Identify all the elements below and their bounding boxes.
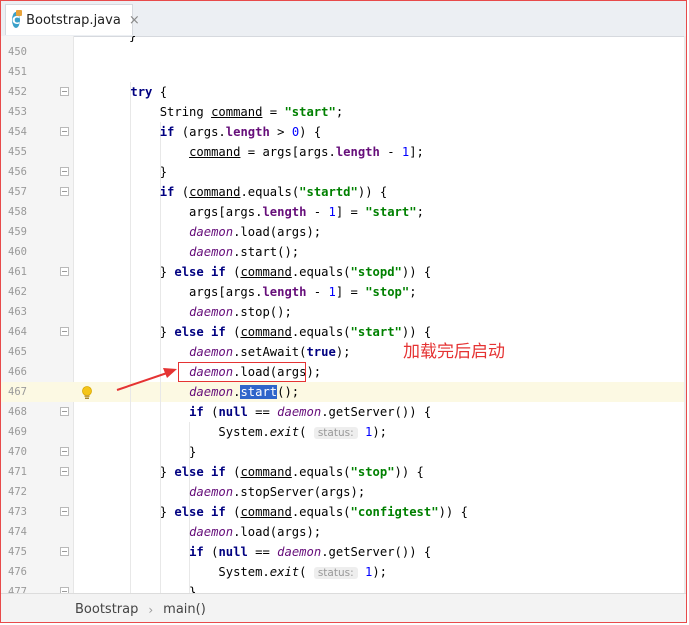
annotation-arrow [116,368,177,391]
fold-marker-icon[interactable] [60,407,69,416]
code-line[interactable]: daemon.stop(); [101,302,292,322]
code-line[interactable]: } else if (command.equals("stop")) { [101,462,424,482]
code-line[interactable]: daemon.load(args); [101,522,321,542]
line-number: 468 [8,406,27,418]
line-number: 477 [8,586,27,593]
line-number: 467 [8,386,27,398]
line-number: 459 [8,226,27,238]
fold-marker-icon[interactable] [60,267,69,276]
editor-tab-bar: C Bootstrap.java × [1,1,686,37]
annotation-highlight-box [178,362,306,382]
code-line[interactable]: daemon.setAwait(true); [101,342,350,362]
fold-marker-icon[interactable] [60,547,69,556]
line-number: 450 [8,46,27,58]
tab-bootstrap-java[interactable]: C Bootstrap.java × [5,4,140,35]
lightbulb-icon[interactable] [81,385,93,399]
java-class-icon: C [12,10,23,28]
line-number: 476 [8,566,27,578]
line-number: 460 [8,246,27,258]
line-number: 451 [8,66,27,78]
line-number: 462 [8,286,27,298]
line-number: 455 [8,146,27,158]
fold-marker-icon[interactable] [60,507,69,516]
line-number: 474 [8,526,27,538]
code-line[interactable]: String command = "start"; [101,102,343,122]
line-number: 453 [8,106,27,118]
code-line[interactable]: } else if (command.equals("configtest"))… [101,502,468,522]
code-line[interactable]: } [101,162,167,182]
line-number: 452 [8,86,27,98]
breadcrumb-class[interactable]: Bootstrap [75,602,138,617]
line-number: 471 [8,466,27,478]
code-line-partial: } [129,36,137,43]
line-number: 461 [8,266,27,278]
line-number: 458 [8,206,27,218]
code-line[interactable]: } else if (command.equals("start")) { [101,322,432,342]
code-line[interactable]: args[args.length - 1] = "stop"; [101,282,417,302]
code-line[interactable]: if (command.equals("startd")) { [101,182,388,202]
line-number: 457 [8,186,27,198]
code-line[interactable]: daemon.load(args); [101,222,321,242]
code-line[interactable]: } else if (command.equals("stopd")) { [101,262,432,282]
fold-marker-icon[interactable] [60,447,69,456]
close-tab-icon[interactable]: × [129,13,140,28]
ide-window: C Bootstrap.java × } 450 451 452 try { 453 … [0,0,687,623]
tab-filename: Bootstrap.java [26,12,121,28]
line-number: 465 [8,346,27,358]
code-line[interactable]: System.exit( status: 1); [101,562,387,582]
code-editor[interactable]: } 450 451 452 try { 453 String command = "s… [1,36,686,593]
line-number: 464 [8,326,27,338]
code-line[interactable]: try { [101,82,167,102]
fold-marker-icon[interactable] [60,87,69,96]
code-line[interactable]: daemon.start(); [101,242,299,262]
line-number: 470 [8,446,27,458]
line-number: 463 [8,306,27,318]
code-line[interactable]: if (null == daemon.getServer()) { [101,402,431,422]
code-line[interactable]: if (args.length > 0) { [101,122,321,142]
breadcrumb-separator: › [148,602,154,617]
fold-marker-icon[interactable] [60,467,69,476]
line-number: 473 [8,506,27,518]
code-line[interactable]: args[args.length - 1] = "start"; [101,202,424,222]
code-line[interactable]: command = args[args.length - 1]; [101,142,424,162]
fold-marker-icon[interactable] [60,127,69,136]
fold-marker-icon[interactable] [60,327,69,336]
annotation-label: 加载完后启动 [403,342,505,362]
line-number: 472 [8,486,27,498]
line-number: 456 [8,166,27,178]
line-number: 466 [8,366,27,378]
code-line[interactable]: System.exit( status: 1); [101,422,387,442]
code-line[interactable]: } [101,442,196,462]
line-number: 475 [8,546,27,558]
code-line[interactable]: } [101,582,196,593]
editor-scrollbar[interactable] [684,36,686,593]
breadcrumb-method[interactable]: main() [163,602,206,617]
code-line[interactable]: if (null == daemon.getServer()) { [101,542,431,562]
breadcrumb: Bootstrap › main() [1,593,686,622]
line-number: 454 [8,126,27,138]
fold-marker-icon[interactable] [60,167,69,176]
fold-marker-icon[interactable] [60,187,69,196]
line-number: 469 [8,426,27,438]
code-line[interactable]: daemon.stopServer(args); [101,482,365,502]
